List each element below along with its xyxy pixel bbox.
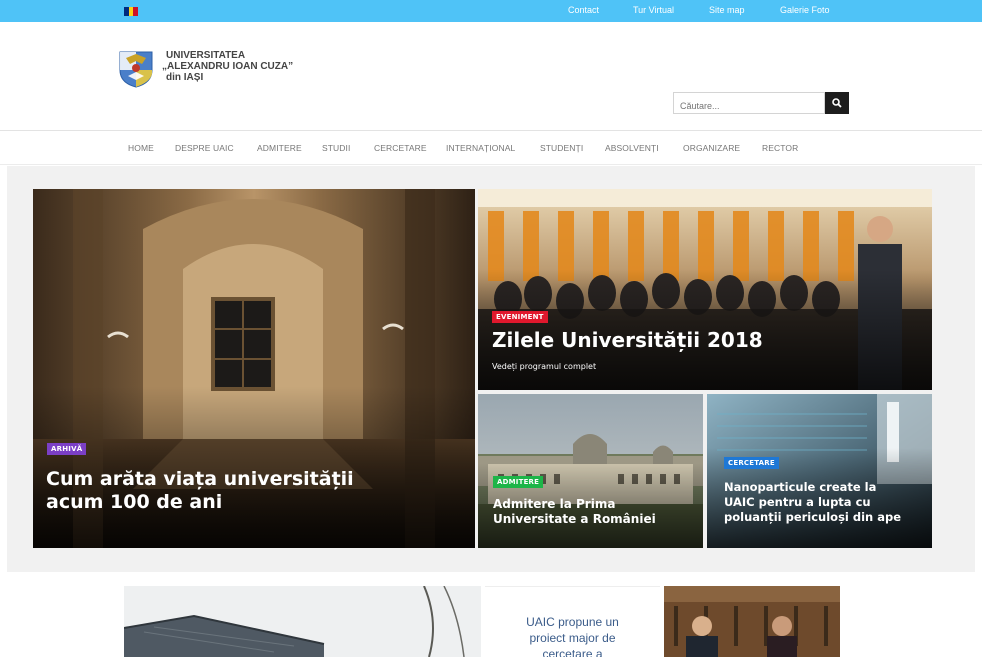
news-card-title[interactable]: UAIC propune un proiect major de cerceta… (485, 614, 660, 657)
top-link-site-map[interactable]: Site map (709, 5, 745, 15)
featured-title-archive-line2: acum 100 de ani (46, 491, 223, 513)
badge-eveniment[interactable]: EVENIMENT (492, 311, 548, 323)
featured-title-admission-line1: Admitere la Prima (493, 497, 616, 511)
search-input[interactable] (673, 92, 825, 114)
nav-item-organizare[interactable]: ORGANIZARE (683, 143, 740, 153)
university-name-line1: UNIVERSITATEA (166, 50, 246, 61)
nav-item-cercetare[interactable]: CERCETARE (374, 143, 427, 153)
nav-item-studii[interactable]: STUDII (322, 143, 350, 153)
nav-item-despre-uaic[interactable]: DESPRE UAIC (175, 143, 234, 153)
featured-title-admission[interactable]: Admitere la Prima Universitate a Românie… (493, 497, 656, 527)
top-links: Contact Tur Virtual Site map Galerie Fot… (0, 5, 982, 19)
nav-item-rector[interactable]: RECTOR (762, 143, 798, 153)
featured-subtitle-event[interactable]: Vedeți programul complet (492, 362, 596, 371)
featured-title-research[interactable]: Nanoparticule create la UAIC pentru a lu… (724, 480, 901, 525)
news-card-title-line3: cercetare a (542, 647, 603, 657)
nav-item-admitere[interactable]: ADMITERE (257, 143, 302, 153)
nav-item-absolventi[interactable]: ABSOLVENȚI (605, 143, 659, 153)
badge-arhiva[interactable]: ARHIVĂ (47, 443, 87, 455)
badge-cercetare[interactable]: CERCETARE (724, 457, 779, 469)
news-card-research-project[interactable]: UAIC propune un proiect major de cerceta… (485, 586, 660, 657)
search-button[interactable] (825, 92, 849, 114)
nav-item-home[interactable]: HOME (128, 143, 154, 153)
main-nav: HOME DESPRE UAIC ADMITERE STUDII CERCETA… (0, 131, 982, 164)
site-header: UNIVERSITATEA „ALEXANDRU IOAN CUZA” din … (0, 22, 982, 130)
top-link-contact[interactable]: Contact (568, 5, 599, 15)
university-crest-logo[interactable] (118, 50, 154, 88)
university-name-line2: „ALEXANDRU IOAN CUZA” (162, 61, 294, 72)
featured-title-admission-line2: Universitate a României (493, 512, 656, 526)
nav-item-international[interactable]: INTERNAȚIONAL (446, 143, 515, 153)
featured-title-archive[interactable]: Cum arăta viața universității acum 100 d… (46, 468, 354, 514)
news-image-meeting[interactable] (664, 586, 840, 657)
news-card-title-line1: UAIC propune un (526, 615, 619, 629)
featured-title-research-line2: UAIC pentru a lupta cu (724, 495, 871, 509)
news-card-title-line2: proiect major de (529, 631, 616, 645)
nav-item-studenti[interactable]: STUDENȚI (540, 143, 583, 153)
top-link-photo-gallery[interactable]: Galerie Foto (780, 5, 830, 15)
page: Contact Tur Virtual Site map Galerie Fot… (0, 0, 982, 657)
featured-title-research-line1: Nanoparticule create la (724, 480, 877, 494)
nav-divider-bottom (0, 164, 982, 165)
meeting-photo (664, 586, 840, 657)
badge-admitere[interactable]: ADMITERE (493, 476, 544, 488)
university-name-line3: din IAȘI (166, 72, 204, 83)
featured-title-event[interactable]: Zilele Universității 2018 (492, 328, 763, 352)
building-roof-photo (124, 586, 481, 657)
featured-tile-research[interactable]: CERCETARE Nanoparticule create la UAIC p… (707, 394, 932, 548)
news-section: UAIC propune un proiect major de cerceta… (0, 572, 982, 657)
featured-tile-event[interactable]: EVENIMENT Zilele Universității 2018 Vede… (478, 189, 932, 390)
university-name[interactable]: UNIVERSITATEA „ALEXANDRU IOAN CUZA” din … (162, 50, 293, 83)
featured-title-archive-line1: Cum arăta viața universității (46, 468, 354, 490)
featured-tile-archive[interactable]: ARHIVĂ Cum arăta viața universității acu… (33, 189, 475, 548)
featured-tile-admission[interactable]: ADMITERE Admitere la Prima Universitate … (478, 394, 703, 548)
search-icon (832, 98, 842, 108)
top-bar: Contact Tur Virtual Site map Galerie Fot… (0, 0, 982, 22)
event-hall-photo (478, 189, 932, 390)
top-link-virtual-tour[interactable]: Tur Virtual (633, 5, 674, 15)
news-image-building[interactable] (124, 586, 481, 657)
featured-title-research-line3: poluanții periculoși din ape (724, 510, 902, 524)
